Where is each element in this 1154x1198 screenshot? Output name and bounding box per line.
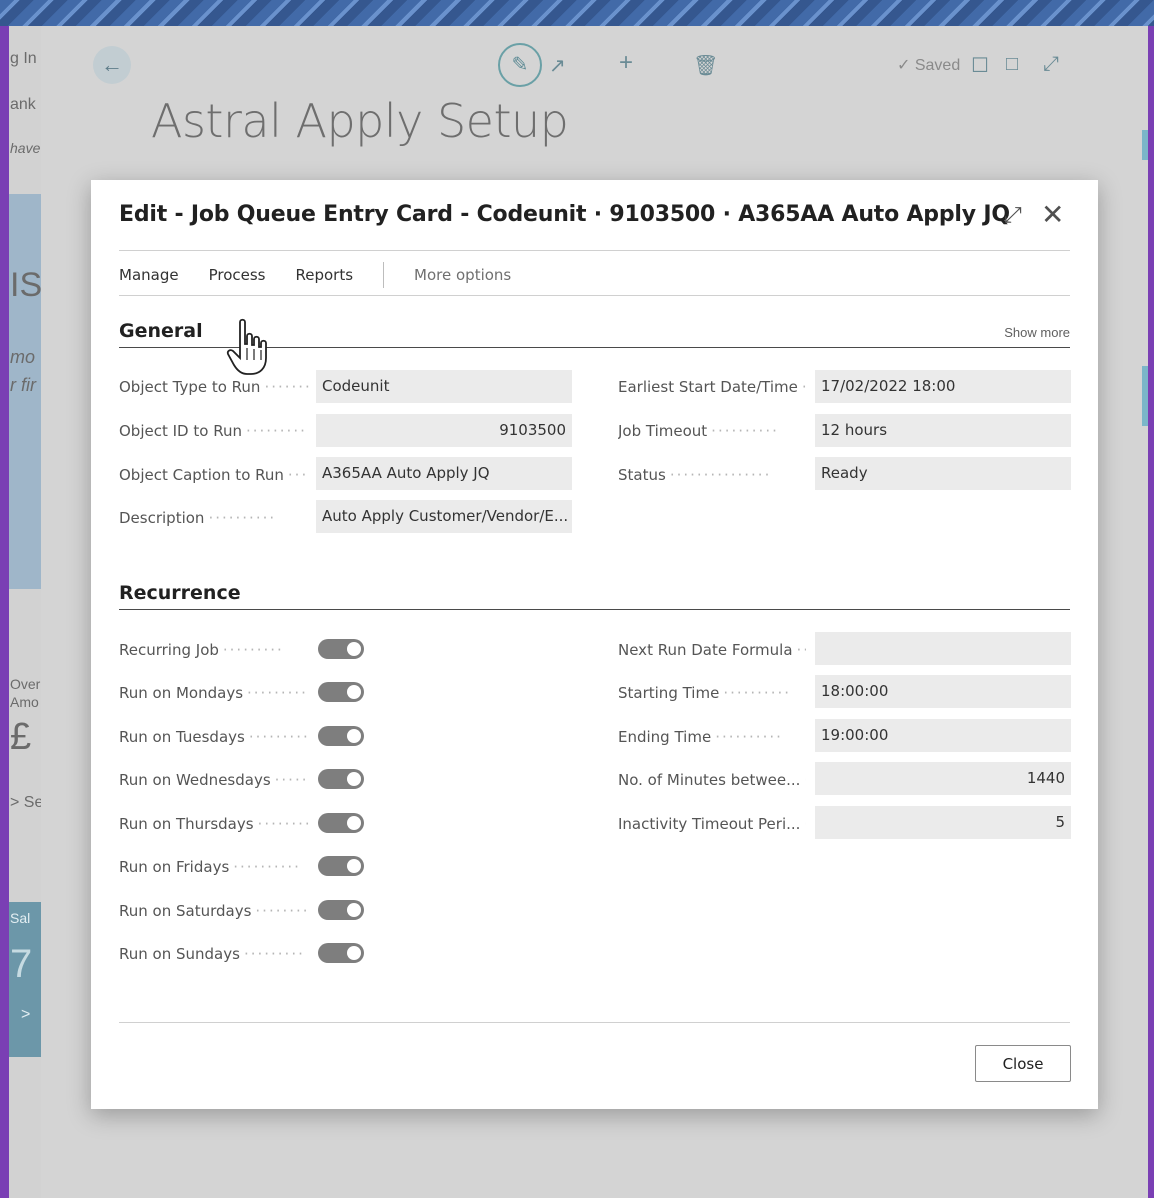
- menu-more-options[interactable]: More options: [414, 266, 511, 284]
- decorative-banner: [0, 0, 1154, 26]
- bg-snippet: r fir: [10, 375, 36, 395]
- bg-snippet: Over: [10, 676, 41, 692]
- background-left-panel: g In ank have IS mo r fir Over Amo £ > S…: [9, 26, 41, 1198]
- bg-snippet: 7: [10, 942, 33, 986]
- minutes-between-runs-field[interactable]: 1440: [815, 762, 1071, 795]
- close-button[interactable]: Close: [975, 1045, 1071, 1082]
- field-label: Run on Saturdays·········: [119, 902, 309, 920]
- open-new-icon[interactable]: □: [1006, 53, 1018, 76]
- share-icon[interactable]: ↗: [549, 53, 566, 78]
- run-wednesdays-toggle[interactable]: [318, 769, 364, 789]
- field-label: Status ···············: [618, 466, 772, 484]
- earliest-start-field[interactable]: 17/02/2022 18:00: [815, 370, 1071, 403]
- status-field[interactable]: Ready: [815, 457, 1071, 490]
- field-label: Object Type to Run·········: [119, 378, 309, 396]
- bg-snippet: Amo: [10, 694, 39, 710]
- action-menu: Manage Process Reports More options: [119, 260, 541, 290]
- bg-snippet: Sal: [10, 910, 31, 926]
- right-border: [1148, 26, 1154, 1198]
- description-field[interactable]: Auto Apply Customer/Vendor/E...: [316, 500, 572, 533]
- menu-reports[interactable]: Reports: [296, 266, 354, 284]
- field-label: Next Run Date Formula·····: [618, 641, 806, 659]
- field-label: Run on Mondays ·········: [119, 684, 308, 702]
- divider: [119, 1022, 1070, 1023]
- field-label: Run on Thursdays·········: [119, 815, 309, 833]
- page-title: Astral Apply Setup: [151, 94, 569, 148]
- pencil-icon[interactable]: ✎: [498, 43, 542, 87]
- run-thursdays-toggle[interactable]: [318, 813, 364, 833]
- section-general-title[interactable]: General: [119, 320, 203, 342]
- bg-snippet: mo: [10, 347, 36, 367]
- ending-time-field[interactable]: 19:00:00: [815, 719, 1071, 752]
- saved-label: Saved: [914, 57, 961, 74]
- bg-snippet: > Se: [10, 794, 41, 811]
- run-fridays-toggle[interactable]: [318, 856, 364, 876]
- field-label: Run on Wednesdays·········: [119, 771, 309, 789]
- field-label: Ending Time ··········: [618, 728, 783, 746]
- bg-accent: [1142, 130, 1148, 160]
- bg-teal-block: Sal 7 >: [9, 902, 41, 1057]
- bg-snippet: have: [10, 140, 41, 156]
- check-icon: ✓: [897, 57, 911, 74]
- hand-cursor-icon: [226, 318, 267, 375]
- dialog-title: Edit - Job Queue Entry Card - Codeunit ·…: [119, 202, 1010, 227]
- expand-icon[interactable]: ⤢: [1004, 202, 1022, 228]
- left-border: [0, 26, 9, 1198]
- field-label: Recurring Job ·········: [119, 641, 284, 659]
- menu-process[interactable]: Process: [209, 266, 266, 284]
- bg-blue-block: IS mo r fir: [9, 194, 41, 589]
- section-divider: [119, 609, 1070, 610]
- back-arrow-icon[interactable]: ←: [93, 46, 131, 84]
- object-id-field[interactable]: 9103500: [316, 414, 572, 447]
- bg-snippet: g In: [10, 50, 37, 67]
- field-label: Job Timeout ··········: [618, 422, 779, 440]
- run-mondays-toggle[interactable]: [318, 682, 364, 702]
- field-label: Run on Tuesdays ·········: [119, 728, 309, 746]
- field-label: Object Caption to Run·········: [119, 466, 309, 484]
- menu-manage[interactable]: Manage: [119, 266, 179, 284]
- bg-snippet: £: [10, 716, 32, 758]
- object-caption-field[interactable]: A365AA Auto Apply JQ: [316, 457, 572, 490]
- field-label: Earliest Start Date/Time·········: [618, 378, 806, 396]
- object-type-field[interactable]: Codeunit: [316, 370, 572, 403]
- menu-separator: [383, 262, 385, 288]
- field-label: Starting Time ··········: [618, 684, 792, 702]
- trash-icon[interactable]: 🗑: [693, 53, 718, 78]
- show-more-link[interactable]: Show more: [1004, 325, 1070, 340]
- run-tuesdays-toggle[interactable]: [318, 726, 364, 746]
- run-saturdays-toggle[interactable]: [318, 900, 364, 920]
- field-label: Run on Fridays ··········: [119, 858, 301, 876]
- bookmark-icon[interactable]: ☐: [971, 53, 989, 78]
- section-recurrence-title[interactable]: Recurrence: [119, 582, 241, 604]
- field-label: Description ··········: [119, 509, 277, 527]
- field-label: No. of Minutes betwee...···: [618, 771, 806, 789]
- saved-status: ✓ Saved: [897, 55, 960, 75]
- starting-time-field[interactable]: 18:00:00: [815, 675, 1071, 708]
- recurring-job-toggle[interactable]: [318, 639, 364, 659]
- run-sundays-toggle[interactable]: [318, 943, 364, 963]
- field-label: Object ID to Run ·········: [119, 422, 307, 440]
- bg-snippet: IS: [10, 266, 41, 304]
- next-run-formula-field[interactable]: [815, 632, 1071, 665]
- divider: [119, 250, 1070, 251]
- expand-icon[interactable]: ⤢: [1043, 53, 1059, 76]
- field-label: Run on Sundays ·········: [119, 945, 305, 963]
- plus-icon[interactable]: +: [619, 49, 633, 77]
- bg-accent: [1142, 366, 1148, 426]
- inactivity-timeout-field[interactable]: 5: [815, 806, 1071, 839]
- job-timeout-field[interactable]: 12 hours: [815, 414, 1071, 447]
- close-icon[interactable]: ✕: [1041, 198, 1064, 231]
- divider: [119, 295, 1070, 296]
- bg-snippet: ank: [10, 96, 36, 113]
- field-label: Inactivity Timeout Peri...···: [618, 815, 806, 833]
